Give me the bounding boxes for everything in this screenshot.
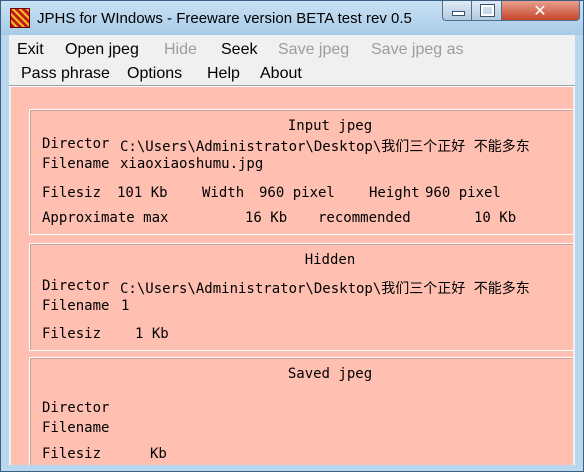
hidden-filesize-label: Filesiz — [42, 326, 102, 342]
hidden-filename-label: Filename — [42, 298, 110, 314]
hidden-filename-value: 1 — [121, 298, 130, 314]
minimize-icon — [452, 11, 465, 16]
saved-filename-label: Filename — [42, 420, 110, 436]
menu-save-jpeg[interactable]: Save jpeg — [278, 41, 349, 59]
menu-hide[interactable]: Hide — [164, 41, 197, 59]
app-icon[interactable] — [10, 8, 30, 28]
main-panel: Input jpeg Director C:\Users\Administrat… — [11, 87, 573, 465]
menu-about[interactable]: About — [260, 65, 302, 83]
menu-seek[interactable]: Seek — [221, 41, 257, 59]
input-recommended-label: recommended — [318, 210, 411, 226]
menu-exit[interactable]: Exit — [17, 41, 44, 59]
menu-bar: Exit Open jpeg Hide Seek Save jpeg Save … — [9, 35, 575, 85]
input-approx-max-value: 16 Kb — [245, 210, 288, 226]
close-button[interactable]: ✕ — [502, 1, 580, 21]
input-width-value: 960 pixel — [259, 185, 335, 201]
input-approx-max-label: Approximate max — [42, 210, 169, 226]
hidden-directory-value: C:\Users\Administrator\Desktop\我们三个正好 不能… — [120, 281, 530, 297]
input-height-value: 960 pixel — [425, 185, 501, 201]
minimize-button[interactable] — [442, 1, 472, 21]
hidden-filesize-value: 1 Kb — [135, 326, 169, 342]
title-bar[interactable]: JPHS for WIndows - Freeware version BETA… — [1, 1, 583, 35]
maximize-button[interactable] — [472, 1, 502, 21]
menu-pass-phrase[interactable]: Pass phrase — [21, 65, 110, 83]
input-height-label: Height — [369, 185, 420, 201]
window-title: JPHS for WIndows - Freeware version BETA… — [37, 10, 412, 27]
input-recommended-value: 10 Kb — [474, 210, 517, 226]
saved-jpeg-title: Saved jpeg — [287, 366, 373, 382]
hidden-group: Hidden Director C:\Users\Administrator\D… — [29, 243, 573, 351]
app-window: JPHS for WIndows - Freeware version BETA… — [0, 0, 584, 472]
input-jpeg-title: Input jpeg — [287, 118, 373, 134]
saved-filesize-value: Kb — [150, 446, 167, 462]
menu-help[interactable]: Help — [207, 65, 240, 83]
saved-filesize-label: Filesiz — [42, 446, 102, 462]
hidden-directory-label: Director — [42, 278, 110, 294]
menu-save-jpeg-as[interactable]: Save jpeg as — [371, 41, 464, 59]
menu-options[interactable]: Options — [127, 65, 182, 83]
input-directory-label: Director — [42, 136, 110, 152]
hidden-title: Hidden — [304, 252, 356, 268]
input-filesize-label: Filesiz — [42, 185, 102, 201]
saved-jpeg-group: Saved jpeg Director Filename Filesiz Kb — [29, 357, 573, 465]
maximize-icon — [480, 4, 495, 17]
input-directory-value: C:\Users\Administrator\Desktop\我们三个正好 不能… — [120, 139, 530, 155]
input-width-label: Width — [202, 185, 245, 201]
input-filename-value: xiaoxiaoshumu.jpg — [120, 156, 264, 172]
input-jpeg-group: Input jpeg Director C:\Users\Administrat… — [29, 109, 573, 235]
input-filesize-value: 101 Kb — [117, 185, 168, 201]
saved-directory-label: Director — [42, 400, 110, 416]
menu-open-jpeg[interactable]: Open jpeg — [65, 41, 139, 59]
input-filename-label: Filename — [42, 156, 110, 172]
client-area: Exit Open jpeg Hide Seek Save jpeg Save … — [9, 35, 575, 465]
close-icon: ✕ — [533, 1, 547, 20]
